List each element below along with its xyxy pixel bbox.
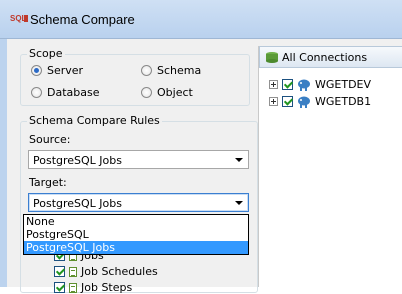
connections-header[interactable]: All Connections: [259, 46, 402, 68]
window-border: [0, 0, 7, 287]
scope-database-radio[interactable]: Database: [31, 86, 100, 99]
postgresql-elephant-icon: [298, 96, 310, 108]
scope-schema-label: Schema: [157, 64, 202, 77]
expand-plus-icon[interactable]: [269, 97, 278, 106]
dropdown-option-none[interactable]: None: [24, 215, 248, 228]
scope-schema-radio[interactable]: Schema: [141, 64, 201, 77]
scope-database-label: Database: [47, 86, 100, 99]
checkbox-checked-icon[interactable]: [54, 282, 65, 293]
checkbox-checked-icon[interactable]: [54, 266, 65, 277]
window-title: Schema Compare: [30, 12, 135, 27]
source-select[interactable]: PostgreSQL Jobs: [28, 150, 249, 169]
scope-server-label: Server: [47, 64, 84, 77]
source-value: PostgreSQL Jobs: [33, 154, 122, 167]
list-item-job-steps[interactable]: Job Steps: [54, 281, 132, 294]
rules-legend: Schema Compare Rules: [27, 114, 162, 127]
radio-icon: [141, 65, 152, 76]
connection-label: WGETDB1: [315, 95, 372, 108]
target-select[interactable]: PostgreSQL Jobs: [28, 193, 249, 212]
scope-object-radio[interactable]: Object: [141, 86, 193, 99]
checkbox-checked-icon[interactable]: [282, 79, 293, 90]
radio-selected-icon: [31, 65, 42, 76]
dropdown-option-postgresql-jobs[interactable]: PostgreSQL Jobs: [24, 241, 248, 254]
sql-icon: SQL: [10, 14, 28, 23]
checkbox-checked-icon[interactable]: [282, 96, 293, 107]
radio-icon: [141, 87, 152, 98]
radio-icon: [31, 87, 42, 98]
list-item-label: Job Schedules: [81, 265, 158, 278]
document-icon: [69, 266, 77, 277]
source-label: Source:: [29, 133, 71, 146]
scope-server-radio[interactable]: Server: [31, 64, 83, 77]
dropdown-option-postgresql[interactable]: PostgreSQL: [24, 228, 248, 241]
target-dropdown-list[interactable]: None PostgreSQL PostgreSQL Jobs: [23, 214, 249, 255]
connection-label: WGETDEV: [315, 78, 372, 91]
target-value: PostgreSQL Jobs: [33, 197, 122, 210]
connection-item-wgetdev[interactable]: WGETDEV: [269, 78, 371, 91]
scope-legend: Scope: [27, 47, 65, 60]
target-label: Target:: [29, 176, 67, 189]
connection-item-wgetdb1[interactable]: WGETDB1: [269, 95, 371, 108]
title-bar[interactable]: SQL Schema Compare: [0, 0, 402, 39]
expand-plus-icon[interactable]: [269, 80, 278, 89]
scope-object-label: Object: [157, 86, 193, 99]
document-icon: [69, 282, 77, 293]
connections-panel: All Connections WGETDEV WGETDB1: [258, 46, 402, 287]
list-item-label: Job Steps: [81, 281, 133, 294]
connections-header-label: All Connections: [282, 51, 368, 64]
database-connections-icon: [266, 52, 278, 63]
chevron-down-icon: [235, 201, 243, 205]
postgresql-elephant-icon: [298, 79, 310, 91]
chevron-down-icon: [235, 158, 243, 162]
list-item-job-schedules[interactable]: Job Schedules: [54, 265, 158, 278]
